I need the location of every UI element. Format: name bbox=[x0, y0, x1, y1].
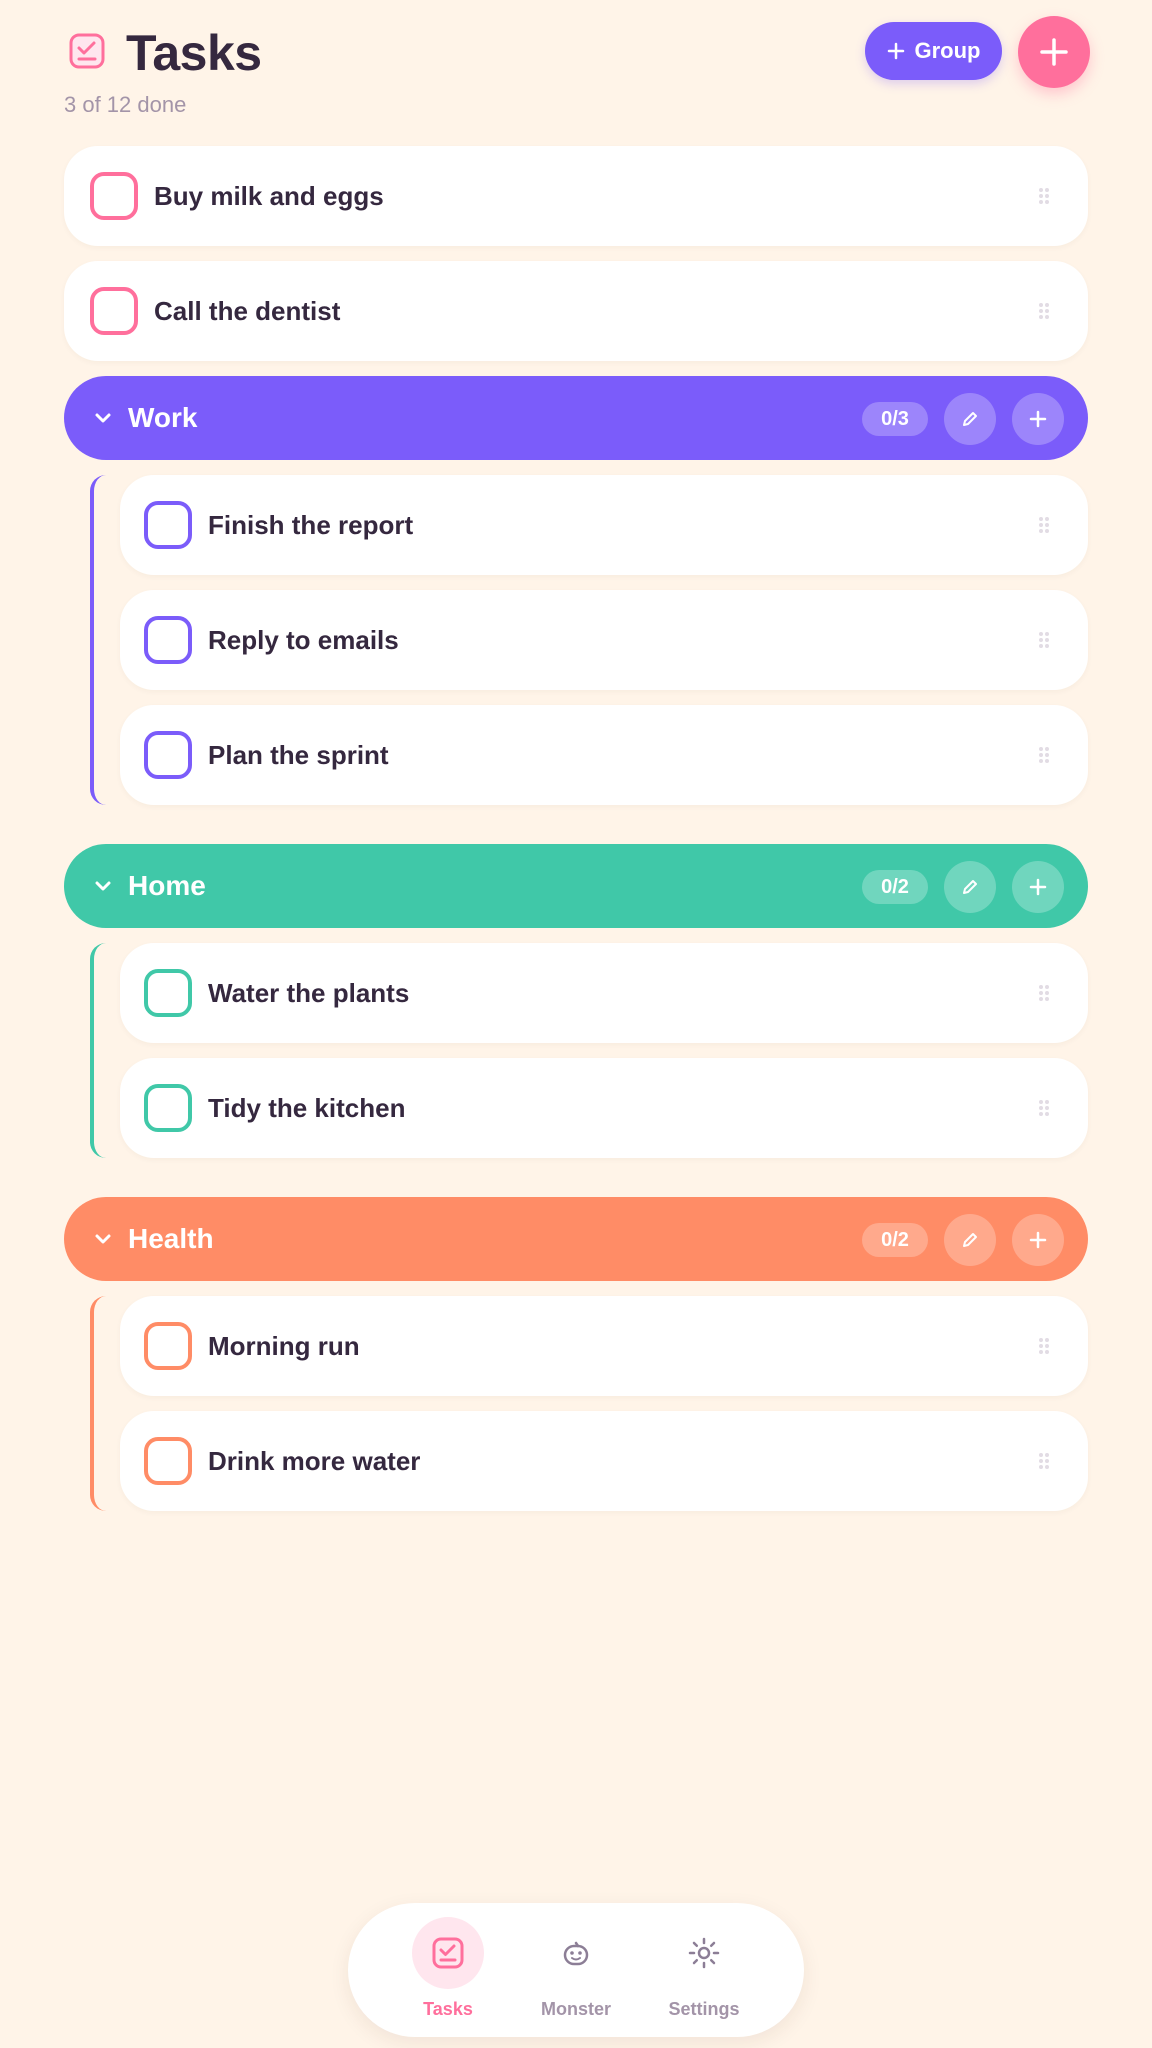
task-item[interactable]: Finish the report bbox=[120, 475, 1088, 575]
group-name: Health bbox=[128, 1223, 214, 1254]
drag-handle-icon[interactable] bbox=[1038, 1452, 1050, 1470]
task-label: Call the dentist bbox=[154, 295, 341, 326]
plus-icon bbox=[1029, 878, 1047, 896]
plus-icon bbox=[1029, 410, 1047, 428]
task-checkbox[interactable] bbox=[144, 501, 192, 549]
add-task-to-group-button[interactable] bbox=[1012, 393, 1064, 445]
drag-handle-icon[interactable] bbox=[1038, 302, 1050, 320]
group-count-badge: 0/2 bbox=[862, 1223, 928, 1257]
monster-icon bbox=[563, 1941, 589, 1966]
task-checkbox[interactable] bbox=[144, 1322, 192, 1370]
drag-handle-icon[interactable] bbox=[1038, 516, 1050, 534]
group-name: Work bbox=[128, 402, 198, 433]
task-label: Morning run bbox=[208, 1330, 360, 1361]
page-title: Tasks bbox=[126, 25, 262, 81]
group-bracket bbox=[90, 943, 106, 1158]
group-name: Home bbox=[128, 870, 206, 901]
task-item[interactable]: Buy milk and eggs bbox=[64, 146, 1088, 246]
drag-handle-icon[interactable] bbox=[1038, 1099, 1050, 1117]
group-count-badge: 0/2 bbox=[862, 870, 928, 904]
task-label: Reply to emails bbox=[208, 624, 399, 655]
task-checkbox[interactable] bbox=[144, 1437, 192, 1485]
edit-group-button[interactable] bbox=[944, 393, 996, 445]
plus-icon bbox=[1040, 38, 1068, 66]
header: Tasks 3 of 12 done Group bbox=[64, 16, 1090, 126]
pencil-icon bbox=[963, 412, 977, 426]
drag-handle-icon[interactable] bbox=[1038, 1337, 1050, 1355]
task-label: Drink more water bbox=[208, 1445, 421, 1476]
task-checkbox[interactable] bbox=[90, 172, 138, 220]
edit-group-button[interactable] bbox=[944, 861, 996, 913]
group-body-work: Finish the report Reply to emails Plan t… bbox=[90, 475, 1088, 805]
task-item[interactable]: Water the plants bbox=[120, 943, 1088, 1043]
plus-icon bbox=[887, 42, 904, 60]
task-item[interactable]: Plan the sprint bbox=[120, 705, 1088, 805]
progress-summary: 3 of 12 done bbox=[64, 92, 187, 117]
chevron-down-icon[interactable] bbox=[92, 407, 114, 429]
chevron-down-icon[interactable] bbox=[92, 1228, 114, 1250]
pencil-icon bbox=[963, 880, 977, 894]
task-label: Water the plants bbox=[208, 977, 410, 1008]
pencil-icon bbox=[963, 1233, 977, 1247]
nav-tab-monster[interactable]: Monster bbox=[516, 1917, 636, 2027]
group-header-work[interactable]: Work 0/3 bbox=[64, 376, 1088, 460]
task-checkbox[interactable] bbox=[90, 287, 138, 335]
add-group-button[interactable]: Group bbox=[865, 22, 1002, 80]
group-bracket bbox=[90, 475, 106, 805]
task-checkbox[interactable] bbox=[144, 616, 192, 664]
drag-handle-icon[interactable] bbox=[1038, 187, 1050, 205]
drag-handle-icon[interactable] bbox=[1038, 631, 1050, 649]
add-task-to-group-button[interactable] bbox=[1012, 861, 1064, 913]
task-checkbox[interactable] bbox=[144, 1084, 192, 1132]
bottom-nav: Tasks Monster Settings bbox=[348, 1903, 804, 2037]
task-list: Buy milk and eggs Call the dentist Work … bbox=[64, 146, 1088, 1550]
nav-label: Tasks bbox=[423, 1999, 473, 2019]
nav-tab-settings[interactable]: Settings bbox=[644, 1917, 764, 2027]
group-bracket bbox=[90, 1296, 106, 1511]
plus-icon bbox=[1029, 1231, 1047, 1249]
drag-handle-icon[interactable] bbox=[1038, 746, 1050, 764]
task-checkbox[interactable] bbox=[144, 731, 192, 779]
edit-group-button[interactable] bbox=[944, 1214, 996, 1266]
group-header-home[interactable]: Home 0/2 bbox=[64, 844, 1088, 928]
nav-tab-tasks[interactable]: Tasks bbox=[388, 1917, 508, 2027]
task-label: Plan the sprint bbox=[208, 739, 389, 770]
settings-icon bbox=[688, 1937, 720, 1969]
drag-handle-icon[interactable] bbox=[1038, 984, 1050, 1002]
task-item[interactable]: Drink more water bbox=[120, 1411, 1088, 1511]
group-body-health: Morning run Drink more water bbox=[90, 1296, 1088, 1511]
task-label: Finish the report bbox=[208, 509, 414, 540]
group-header-health[interactable]: Health 0/2 bbox=[64, 1197, 1088, 1281]
task-item[interactable]: Tidy the kitchen bbox=[120, 1058, 1088, 1158]
checkbox-icon bbox=[69, 33, 105, 69]
task-item[interactable]: Call the dentist bbox=[64, 261, 1088, 361]
task-checkbox[interactable] bbox=[144, 969, 192, 1017]
group-count-badge: 0/3 bbox=[862, 402, 928, 436]
nav-label: Monster bbox=[540, 1999, 611, 2019]
add-group-label: Group bbox=[914, 38, 981, 63]
task-label: Buy milk and eggs bbox=[154, 180, 384, 211]
add-task-button[interactable] bbox=[1018, 16, 1090, 88]
task-label: Tidy the kitchen bbox=[208, 1092, 406, 1123]
group-body-home: Water the plants Tidy the kitchen bbox=[90, 943, 1088, 1158]
nav-label: Settings bbox=[668, 1999, 740, 2019]
task-item[interactable]: Reply to emails bbox=[120, 590, 1088, 690]
add-task-to-group-button[interactable] bbox=[1012, 1214, 1064, 1266]
tasks-icon bbox=[432, 1937, 464, 1969]
chevron-down-icon[interactable] bbox=[92, 875, 114, 897]
task-item[interactable]: Morning run bbox=[120, 1296, 1088, 1396]
